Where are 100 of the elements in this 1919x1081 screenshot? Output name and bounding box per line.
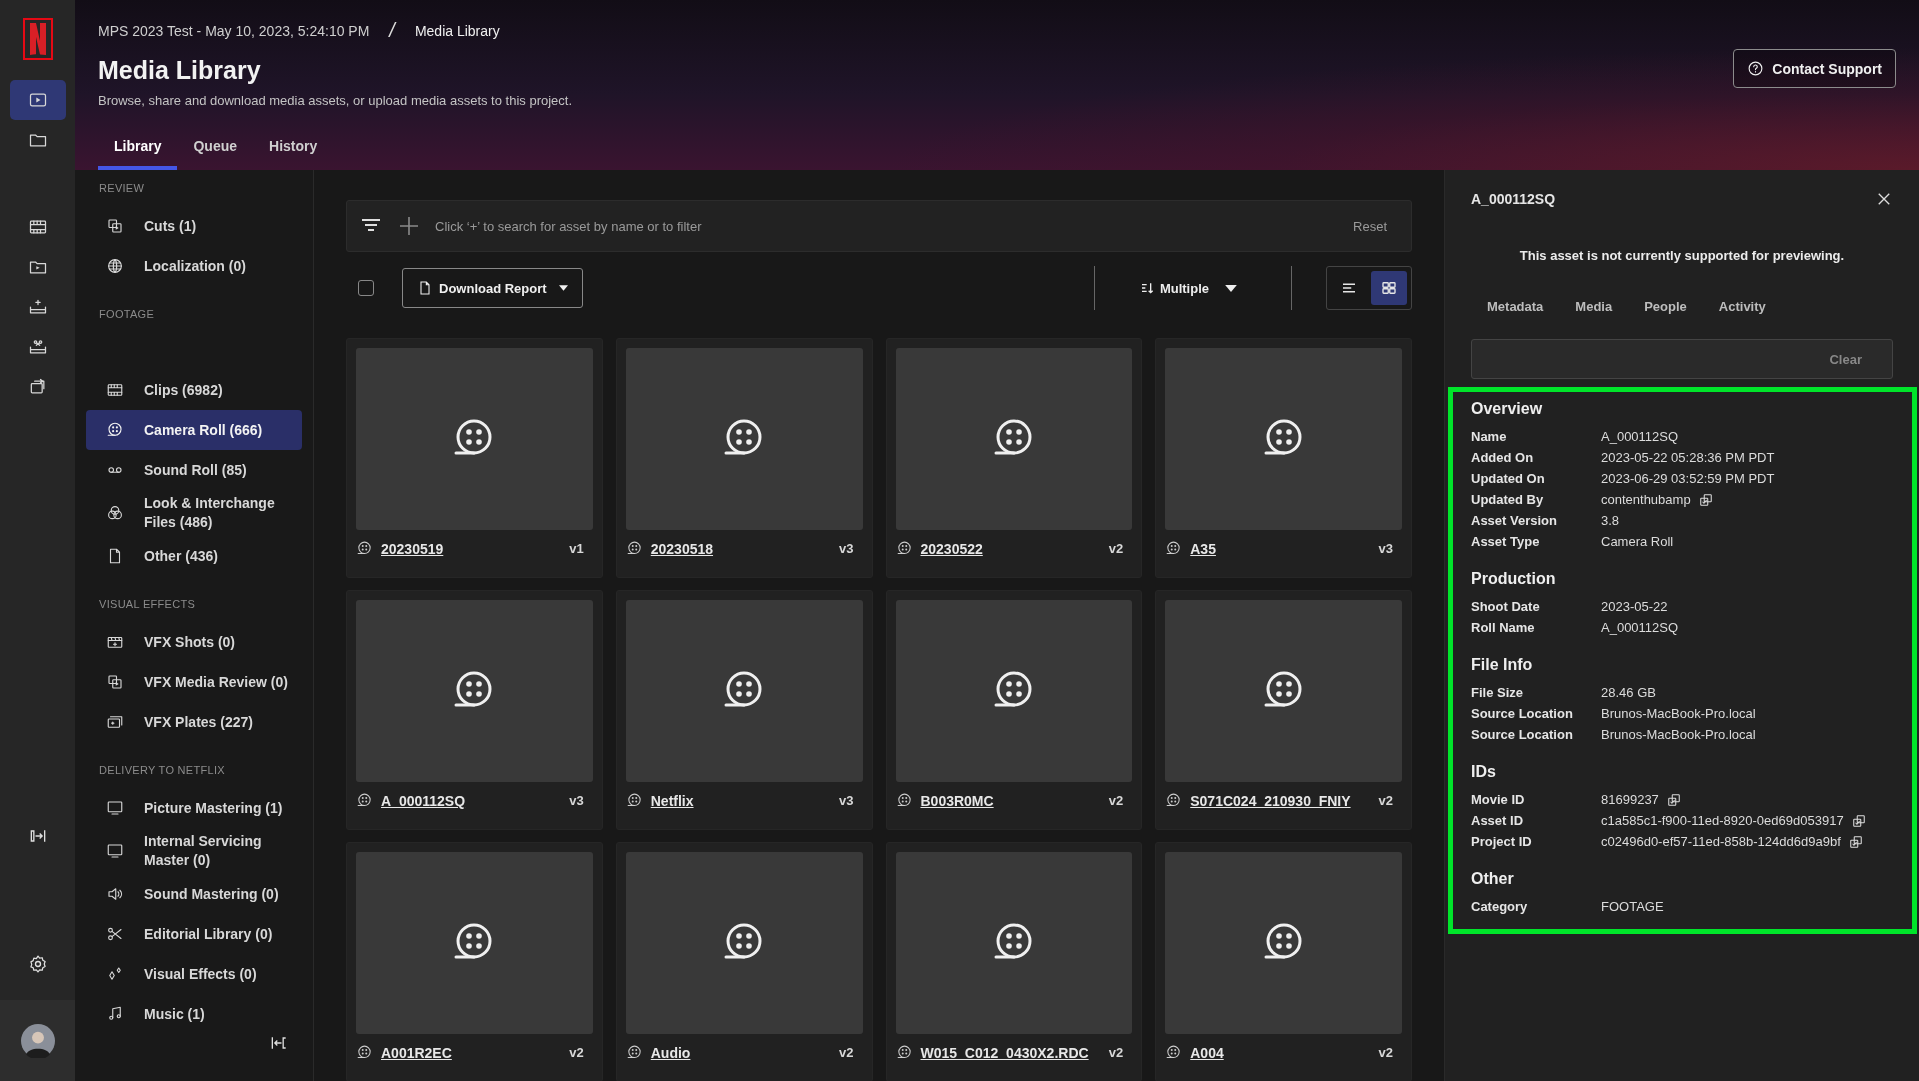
grid-icon [1380, 279, 1398, 297]
asset-card[interactable]: 20230519 v1 [346, 338, 603, 578]
asset-name-link[interactable]: 20230522 [920, 540, 983, 557]
tab[interactable]: Activity [1710, 299, 1774, 314]
field-label: Category [1471, 899, 1529, 914]
sidebar-item[interactable]: VFX Media Review (0) [86, 662, 302, 702]
sidebar-item[interactable]: Cuts (1) [86, 206, 302, 246]
select-all-checkbox[interactable] [358, 280, 374, 296]
asset-name-link[interactable]: S071C024_210930_FNIY [1190, 792, 1351, 809]
asset-card[interactable]: Netflix v3 [615, 590, 873, 830]
section-heading: Production [1471, 570, 1557, 588]
field-value: 2023-05-22 [1601, 599, 1668, 614]
asset-card[interactable]: A35 v3 [1155, 338, 1412, 578]
screen-play-nav-button[interactable] [9, 80, 66, 120]
filter-bar[interactable]: Click ‘+’ to search for asset by name or to filter Reset [346, 200, 1412, 252]
add-icon[interactable] [397, 214, 421, 238]
music-notes-icon [106, 1005, 124, 1023]
film-strip-icon [106, 381, 124, 399]
asset-card[interactable]: 20230522 v2 [885, 338, 1143, 578]
tab[interactable]: Queue [177, 138, 254, 170]
field-label: Updated On [1471, 471, 1546, 486]
contact-support-button[interactable]: Contact Support [1733, 49, 1896, 88]
sidebar-item[interactable]: Localization (0) [86, 246, 302, 286]
asset-name-link[interactable]: 20230519 [381, 540, 444, 557]
tab[interactable]: Metadata [1479, 299, 1552, 314]
sidebar-item[interactable]: Picture Mastering (1) [86, 788, 302, 828]
copy-icon[interactable] [1848, 834, 1863, 849]
film-reel-icon [625, 1044, 643, 1061]
asset-name-link[interactable]: B003R0MC [920, 792, 994, 809]
field-value: 81699237 [1601, 792, 1659, 807]
version-label: v3 [839, 793, 854, 808]
field-value: contenthubamp [1601, 492, 1691, 507]
asset-card[interactable]: S071C024_210930_FNIY v2 [1155, 590, 1412, 830]
asset-card[interactable]: W015_C012_0430X2.RDC v2 [885, 842, 1143, 1081]
reset-button[interactable]: Reset [1347, 217, 1393, 235]
version-label: v3 [569, 793, 584, 808]
version-label: v2 [569, 1045, 584, 1060]
sidebar-item[interactable]: Sound Mastering (0) [86, 874, 302, 914]
film-reel-icon [895, 1044, 913, 1061]
grid-view-button[interactable] [1371, 271, 1407, 305]
sidebar-item[interactable]: Music (1) [86, 994, 302, 1034]
sidebar-item[interactable]: Other (436) [86, 536, 302, 576]
search-field[interactable]: Clear [1471, 339, 1893, 379]
asset-card[interactable]: A004 v2 [1155, 842, 1412, 1081]
sidebar-item[interactable]: Editorial Library (0) [86, 914, 302, 954]
section-heading: FOOTAGE [98, 308, 156, 320]
clear-button[interactable]: Clear [1823, 350, 1868, 368]
sort-dropdown[interactable]: Multiple [1114, 280, 1271, 296]
field-label: Source Location [1471, 727, 1574, 742]
logo-icon[interactable] [22, 18, 53, 60]
settings-icon[interactable] [27, 954, 48, 974]
asset-card[interactable]: A_000112SQ v3 [346, 590, 603, 830]
page-subtitle: Browse, share and download media assets, or upload media assets to this project. [98, 93, 573, 108]
field-label: Asset Version [1471, 513, 1558, 528]
sidebar-item[interactable]: Look & Interchange Files (486) [86, 490, 302, 536]
asset-name-link[interactable]: A004 [1190, 1044, 1224, 1061]
breadcrumb-link[interactable]: MPS 2023 Test - May 10, 2023, 5:24:10 PM [98, 22, 370, 39]
asset-name-link[interactable]: A35 [1190, 540, 1216, 557]
document-icon [417, 280, 433, 296]
sidebar-item[interactable]: VFX Shots (0) [86, 622, 302, 662]
avatar[interactable] [20, 1023, 55, 1058]
tab[interactable]: History [253, 138, 334, 170]
film-reel-icon [1165, 540, 1183, 557]
section-heading: IDs [1471, 763, 1497, 781]
asset-name-link[interactable]: A001R2EC [381, 1044, 452, 1061]
copy-icon[interactable] [1666, 792, 1681, 807]
download-report-button[interactable]: Download Report [402, 268, 583, 308]
section-heading: File Info [1471, 656, 1534, 674]
sidebar-item[interactable]: Visual Effects (0) [86, 954, 302, 994]
sort-icon [1139, 280, 1156, 296]
copy-icon[interactable] [1698, 492, 1713, 507]
tab[interactable]: People [1636, 299, 1695, 314]
sidebar-item[interactable]: Camera Roll (666) [86, 410, 302, 450]
asset-card[interactable]: A001R2EC v2 [346, 842, 603, 1081]
scissors-icon [106, 925, 124, 943]
stacked-play-icon [106, 673, 124, 691]
asset-name-link[interactable]: A_000112SQ [381, 792, 466, 809]
asset-card[interactable]: B003R0MC v2 [885, 590, 1143, 830]
asset-name-link[interactable]: Netflix [650, 792, 694, 809]
tab[interactable]: Media [1567, 299, 1621, 314]
sidebar-item[interactable]: VFX Plates (227) [86, 702, 302, 742]
film-reel-icon [895, 792, 913, 809]
section-heading: VISUAL EFFECTS [98, 598, 197, 610]
sidebar-item[interactable]: Sound Roll (85) [86, 450, 302, 490]
film-reel-icon [356, 792, 373, 809]
asset-card[interactable]: 20230518 v3 [615, 338, 873, 578]
field-label: Added On [1471, 450, 1535, 465]
caret-icon [558, 285, 568, 291]
sidebar-item[interactable]: Internal Servicing Master (0) [86, 828, 302, 874]
field-value: 2023-05-22 05:28:36 PM PDT [1601, 450, 1775, 465]
asset-name-link[interactable]: Audio [650, 1044, 691, 1061]
field-label: File Size [1471, 685, 1525, 700]
overlapping-circles-icon [106, 504, 124, 522]
asset-title: A_000112SQ [1471, 191, 1556, 207]
asset-card[interactable]: Audio v2 [615, 842, 873, 1081]
sidebar-item[interactable]: Clips (6982) [86, 370, 302, 410]
asset-name-link[interactable]: 20230518 [650, 540, 714, 557]
asset-name-link[interactable]: W015_C012_0430X2.RDC [920, 1044, 1089, 1061]
section-heading: REVIEW [98, 182, 146, 194]
copy-icon[interactable] [1851, 813, 1866, 828]
